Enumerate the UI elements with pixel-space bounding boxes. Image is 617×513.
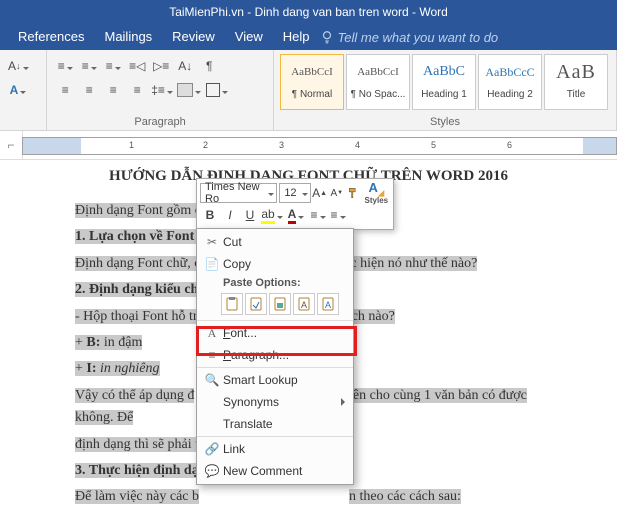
doc-heading: 1. Lựa chọn về Font — [75, 229, 198, 244]
copy-icon: 📄 — [201, 257, 223, 271]
align-center-button[interactable]: ≡ — [78, 78, 100, 102]
submenu-arrow-icon — [341, 395, 345, 409]
change-case-button[interactable]: A↓ — [7, 54, 30, 78]
numbering-button[interactable]: ≡ — [78, 54, 100, 78]
paste-options-row: A A — [197, 291, 353, 319]
mini-bullets-button[interactable]: ≡ — [309, 206, 327, 224]
paragraph-group-label: Paragraph — [47, 116, 273, 128]
comment-icon: 💬 — [201, 464, 223, 478]
tab-view[interactable]: View — [225, 24, 273, 50]
mini-font-color-button[interactable]: A — [285, 206, 307, 224]
style-heading2[interactable]: AaBbCcC Heading 2 — [478, 54, 542, 110]
borders-button[interactable] — [204, 78, 230, 102]
ribbon-tabs: References Mailings Review View Help Tel… — [0, 24, 617, 50]
clipboard-merge-icon — [249, 297, 263, 311]
multilevel-button[interactable]: ≡ — [102, 54, 124, 78]
text-effects-button[interactable]: A — [7, 78, 29, 102]
mini-styles-button[interactable]: A◢ Styles — [364, 184, 389, 202]
tab-selector[interactable]: ⌐ — [0, 131, 23, 159]
style-no-spacing[interactable]: AaBbCcI ¶ No Spac... — [346, 54, 410, 110]
clipboard-a-icon: A — [321, 297, 335, 311]
ribbon: A↓ A ≡ ≡ ≡ ≡◁ ▷≡ A↓ ¶ ≡ ≡ ≡ ≡ ‡≡ Paragra… — [0, 50, 617, 131]
style-title[interactable]: AaB Title — [544, 54, 608, 110]
context-font[interactable]: A FFont...ont... — [197, 322, 353, 344]
context-copy[interactable]: 📄 Copy — [197, 253, 353, 275]
ruler-area: ⌐ 1 2 3 4 5 6 — [0, 131, 617, 160]
mini-underline-button[interactable]: U — [241, 206, 259, 224]
cut-icon: ✂ — [201, 235, 223, 249]
line-spacing-button[interactable]: ‡≡ — [150, 78, 174, 102]
tab-help[interactable]: Help — [273, 24, 320, 50]
sort-button[interactable]: A↓ — [174, 54, 196, 78]
svg-text:A: A — [301, 300, 307, 310]
styles-gallery[interactable]: AaBbCcI ¶ Normal AaBbCcI ¶ No Spac... Aa… — [280, 54, 610, 110]
tab-references[interactable]: References — [8, 24, 94, 50]
clipboard-picture-icon — [273, 297, 287, 311]
context-translate[interactable]: Translate — [197, 413, 353, 435]
clipboard-text-icon: A — [297, 297, 311, 311]
ribbon-group-styles: AaBbCcI ¶ Normal AaBbCcI ¶ No Spac... Aa… — [274, 50, 617, 130]
context-link[interactable]: 🔗 Link — [197, 438, 353, 460]
paste-options-header: Paste Options: — [197, 275, 353, 291]
lightbulb-icon — [320, 30, 334, 44]
align-left-button[interactable]: ≡ — [54, 78, 76, 102]
align-right-button[interactable]: ≡ — [102, 78, 124, 102]
bullets-button[interactable]: ≡ — [54, 54, 76, 78]
context-synonyms[interactable]: Synonyms — [197, 391, 353, 413]
paste-text-only[interactable]: A — [293, 293, 315, 315]
mini-toolbar: Times New Ro 12 A▲ A▼ A◢ Styles B I U ab… — [196, 178, 394, 230]
mini-highlight-button[interactable]: ab — [261, 206, 283, 224]
increase-indent-button[interactable]: ▷≡ — [150, 54, 172, 78]
window-title: TaiMienPhi.vn - Dinh dang van ban tren w… — [169, 5, 448, 19]
style-normal[interactable]: AaBbCcI ¶ Normal — [280, 54, 344, 110]
context-cut[interactable]: ✂ Cut — [197, 231, 353, 253]
style-heading1[interactable]: AaBbC Heading 1 — [412, 54, 476, 110]
context-menu: ✂ Cut 📄 Copy Paste Options: A A A FFont.… — [196, 228, 354, 485]
svg-text:A: A — [325, 300, 331, 310]
mini-numbering-button[interactable]: ≡ — [329, 206, 347, 224]
paragraph-icon: ≡ — [201, 348, 223, 362]
shading-button[interactable] — [176, 78, 202, 102]
ribbon-group-font-partial: A↓ A — [0, 50, 47, 130]
tab-review[interactable]: Review — [162, 24, 225, 50]
show-marks-button[interactable]: ¶ — [198, 54, 220, 78]
paste-keep-source[interactable] — [221, 293, 243, 315]
link-icon: 🔗 — [201, 442, 223, 456]
tab-mailings[interactable]: Mailings — [94, 24, 162, 50]
context-paragraph[interactable]: ≡ Paragraph... — [197, 344, 353, 366]
window-title-bar: TaiMienPhi.vn - Dinh dang van ban tren w… — [0, 0, 617, 24]
mini-italic-button[interactable]: I — [221, 206, 239, 224]
styles-group-label: Styles — [274, 116, 616, 128]
font-icon: A — [201, 326, 223, 341]
mini-shrink-font-button[interactable]: A▼ — [329, 184, 344, 202]
mini-bold-button[interactable]: B — [201, 206, 219, 224]
clipboard-icon — [225, 297, 239, 311]
context-new-comment[interactable]: 💬 New Comment — [197, 460, 353, 482]
doc-text: Định dạng Font gồm c — [75, 203, 201, 218]
horizontal-ruler[interactable]: 1 2 3 4 5 6 — [22, 137, 617, 155]
justify-button[interactable]: ≡ — [126, 78, 148, 102]
decrease-indent-button[interactable]: ≡◁ — [126, 54, 148, 78]
paste-picture[interactable] — [269, 293, 291, 315]
mini-font-name-combo[interactable]: Times New Ro — [200, 183, 277, 203]
context-smart-lookup[interactable]: 🔍 Smart Lookup — [197, 369, 353, 391]
mini-font-size-combo[interactable]: 12 — [279, 183, 311, 203]
tell-me-search[interactable]: Tell me what you want to do — [320, 30, 499, 45]
format-painter-icon — [347, 186, 361, 200]
mini-format-painter-button[interactable] — [346, 184, 361, 202]
ribbon-group-paragraph: ≡ ≡ ≡ ≡◁ ▷≡ A↓ ¶ ≡ ≡ ≡ ≡ ‡≡ Paragraph — [47, 50, 274, 130]
paste-merge[interactable] — [245, 293, 267, 315]
paste-default[interactable]: A — [317, 293, 339, 315]
mini-grow-font-button[interactable]: A▲ — [312, 184, 327, 202]
search-icon: 🔍 — [201, 373, 223, 387]
